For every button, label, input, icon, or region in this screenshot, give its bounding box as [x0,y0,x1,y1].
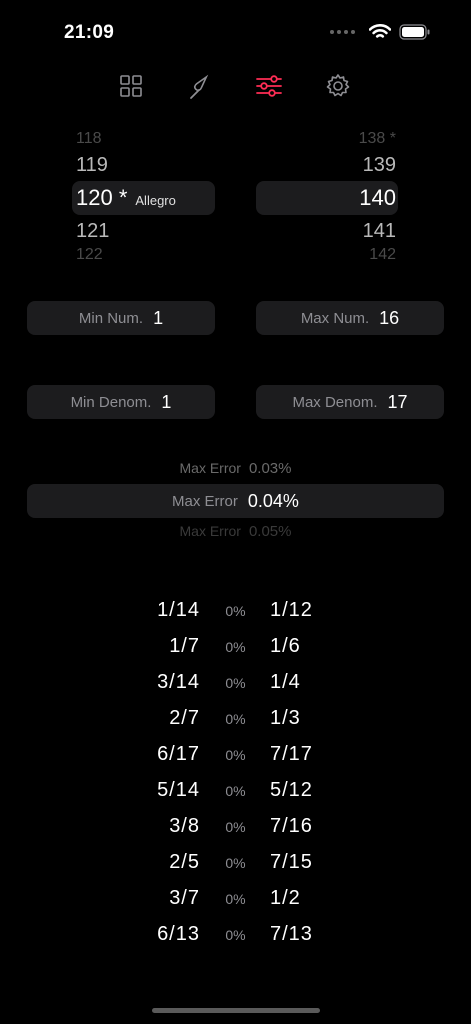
max-error-row-above: Max Error 0.03% [0,460,471,477]
max-error-value: 0.05% [248,523,292,540]
max-error-row-below: Max Error 0.05% [0,523,471,540]
result-row: 2/5 0% 7/15 [0,848,471,884]
tab-grid[interactable] [111,66,151,106]
max-denominator-field[interactable]: Max Denom. 17 [256,385,444,419]
home-indicator[interactable] [152,1008,320,1013]
sliders-icon [256,75,282,97]
picker-value-right[interactable]: 142 [369,246,396,264]
min-numerator-label: Min Num. [78,309,144,327]
result-row: 1/7 0% 1/6 [0,632,471,668]
result-error-percent: 0% [225,891,246,907]
result-error-percent: 0% [225,783,246,799]
max-numerator-label: Max Num. [300,309,370,327]
result-fraction-right: 1/6 [270,635,301,657]
max-numerator-value: 16 [379,307,400,328]
picker-value-right[interactable]: 138 * [359,130,396,148]
result-row: 5/14 0% 5/12 [0,776,471,812]
result-fraction-right: 7/16 [270,815,313,837]
result-error-percent: 0% [225,675,246,691]
result-row: 3/14 0% 1/4 [0,668,471,704]
picker-value-right[interactable]: 141 [363,220,396,243]
result-error-percent: 0% [225,639,246,655]
tab-settings[interactable] [318,66,358,106]
result-error-percent: 0% [225,603,246,619]
max-error-value: 0.04% [247,490,299,511]
max-denominator-label: Max Denom. [292,393,378,411]
tempo-name: Allegro [135,193,176,208]
result-error-percent: 0% [225,711,246,727]
cellular-signal-icon [330,30,355,34]
max-denominator-value: 17 [387,391,408,412]
max-error-selected[interactable]: Max Error 0.04% [27,484,444,518]
max-error-label: Max Error [179,523,241,539]
result-fraction-right: 1/3 [270,707,301,729]
picker-value-left[interactable]: 121 [76,220,109,243]
status-time: 21:09 [64,22,115,43]
min-denominator-value: 1 [161,391,172,412]
min-denominator-label: Min Denom. [70,393,152,411]
min-numerator-field[interactable]: Min Num. 1 [27,301,215,335]
picker-row: 121 141 [0,220,471,244]
result-fraction-right: 7/17 [270,743,313,765]
min-numerator-value: 1 [153,307,164,328]
tempo-value: 120 * [76,185,128,210]
tuning-fork-icon [190,74,209,99]
result-row: 3/7 0% 1/2 [0,884,471,920]
result-error-percent: 0% [225,855,246,871]
picker-value-left[interactable]: 118 [76,130,102,148]
results-list: 1/14 0% 1/12 1/7 0% 1/6 3/14 0% 1/4 2/7 0% 1/3 6/17 0… [0,596,471,956]
tab-sliders[interactable] [249,66,289,106]
picker-row: 122 142 [0,246,471,270]
status-icons [330,24,431,40]
max-numerator-field[interactable]: Max Num. 16 [256,301,444,335]
result-fraction-right: 7/15 [270,851,313,873]
result-fraction-right: 1/12 [270,599,313,621]
selected-tempo-right[interactable]: 140 [359,185,396,211]
result-error-percent: 0% [225,927,246,943]
result-error-percent: 0% [225,747,246,763]
result-fraction-right: 7/13 [270,923,313,945]
max-error-label: Max Error [179,460,241,476]
picker-row: 119 139 [0,154,471,178]
top-tab-bar [0,66,471,106]
result-fraction-right: 5/12 [270,779,313,801]
result-row: 6/13 0% 7/13 [0,920,471,956]
status-bar: 21:09 [0,0,471,60]
max-error-value: 0.03% [248,460,292,477]
result-row: 6/17 0% 7/17 [0,740,471,776]
result-row: 3/8 0% 7/16 [0,812,471,848]
gear-icon [326,74,350,97]
wifi-icon [369,24,391,38]
picker-row-selected: 120 * Allegro 140 [0,185,471,211]
battery-icon [399,24,430,40]
picker-value-right[interactable]: 139 [363,154,396,177]
min-denominator-field[interactable]: Min Denom. 1 [27,385,215,419]
grid-icon [120,75,142,97]
picker-row: 118 138 * [0,130,471,154]
tab-tuning-fork[interactable] [180,66,220,106]
result-fraction-right: 1/4 [270,671,301,693]
result-row: 1/14 0% 1/12 [0,596,471,632]
picker-value-left[interactable]: 119 [76,154,108,177]
result-row: 2/7 0% 1/3 [0,704,471,740]
selected-tempo-left[interactable]: 120 * Allegro [76,185,176,211]
result-fraction-right: 1/2 [270,887,301,909]
result-error-percent: 0% [225,819,246,835]
picker-value-left[interactable]: 122 [76,246,103,264]
max-error-label: Max Error [172,492,238,510]
